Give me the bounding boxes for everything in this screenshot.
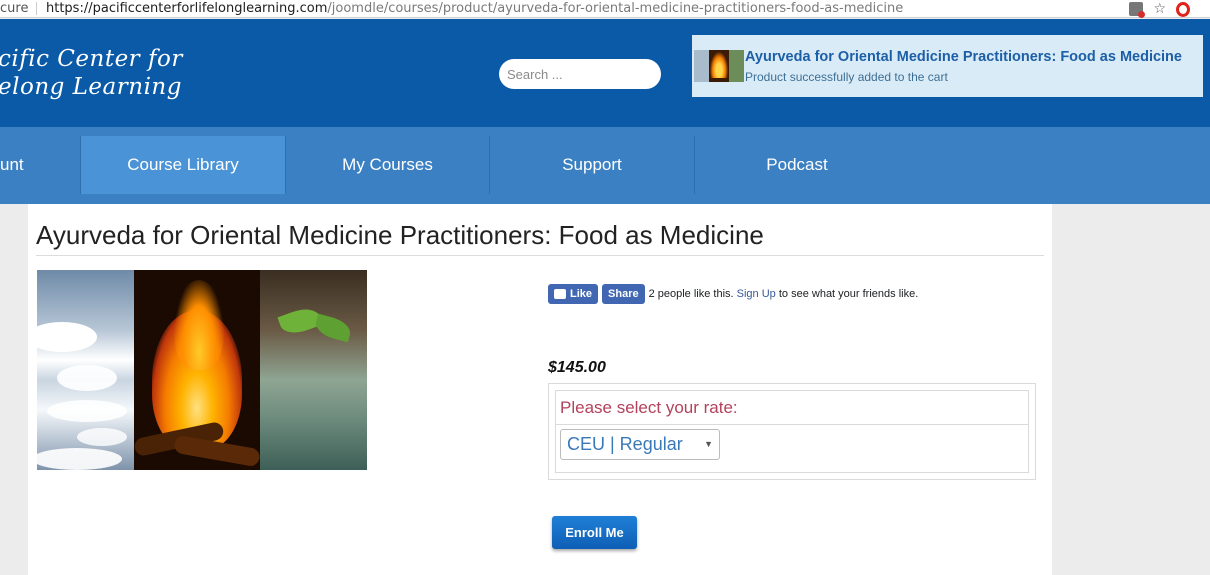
main-content: Ayurveda for Oriental Medicine Practitio… bbox=[28, 204, 1052, 575]
cloud bbox=[57, 365, 117, 391]
title-divider bbox=[36, 255, 1044, 256]
leaf bbox=[313, 313, 353, 343]
opera-icon[interactable] bbox=[1176, 1, 1190, 17]
chevron-down-icon: ▼ bbox=[704, 439, 713, 449]
facebook-share-button[interactable]: Share bbox=[602, 284, 645, 304]
rate-label: Please select your rate: bbox=[560, 398, 738, 417]
course-price: $145.00 bbox=[548, 359, 606, 376]
cart-product-title[interactable]: Ayurveda for Oriental Medicine Practitio… bbox=[745, 49, 1182, 65]
like-suffix-text: to see what your friends like. bbox=[778, 288, 919, 300]
thumbs-up-icon bbox=[554, 289, 566, 299]
site-header: cific Center for elong Learning Ayurveda… bbox=[0, 19, 1210, 127]
cart-status-message: Product successfully added to the cart bbox=[745, 70, 948, 84]
cloud bbox=[37, 448, 122, 470]
nav-item-account[interactable]: unt bbox=[0, 136, 81, 194]
nav-item-support[interactable]: Support bbox=[490, 136, 695, 194]
logo-line-2: elong Learning bbox=[0, 74, 182, 100]
security-label[interactable]: cure bbox=[0, 1, 28, 16]
page-title: Ayurveda for Oriental Medicine Practitio… bbox=[36, 220, 764, 250]
browser-toolbar-icons: ☆ bbox=[1129, 0, 1190, 18]
facebook-signup-link[interactable]: Sign Up bbox=[737, 288, 776, 300]
site-logo[interactable]: cific Center for elong Learning bbox=[0, 45, 183, 101]
nav-item-course-library[interactable]: Course Library bbox=[81, 136, 286, 194]
rate-select[interactable]: CEU | Regular ▼ bbox=[560, 429, 720, 460]
nav-item-podcast[interactable]: Podcast bbox=[695, 136, 899, 194]
facebook-like-button[interactable]: Like bbox=[548, 284, 599, 304]
fire-panel bbox=[133, 270, 261, 470]
facebook-like-widget: Like Share 2 people like this. Sign Up t… bbox=[548, 284, 918, 304]
url-path: /joomdle/courses/product/ayurveda-for-or… bbox=[327, 1, 904, 16]
enroll-button[interactable]: Enroll Me bbox=[552, 516, 637, 549]
like-label: Like bbox=[570, 288, 593, 300]
logo-line-1: cific Center for bbox=[0, 46, 183, 72]
sky-panel bbox=[37, 270, 134, 470]
url-host: https://pacificcenterforlifelonglearning… bbox=[46, 1, 328, 16]
cloud bbox=[47, 400, 127, 422]
cart-notification[interactable]: Ayurveda for Oriental Medicine Practitio… bbox=[692, 35, 1203, 97]
browser-address-bar: cure https://pacificcenterforlifelonglea… bbox=[0, 0, 1210, 18]
cloud bbox=[77, 428, 127, 446]
cloud bbox=[37, 322, 97, 352]
flame bbox=[174, 280, 224, 370]
nav-item-my-courses[interactable]: My Courses bbox=[286, 136, 490, 194]
like-count-text: 2 people like this. bbox=[648, 288, 734, 300]
rate-table: Please select your rate: CEU | Regular ▼ bbox=[555, 390, 1029, 473]
course-image bbox=[37, 270, 367, 470]
cart-product-thumbnail bbox=[694, 50, 744, 82]
translate-icon[interactable] bbox=[1129, 2, 1146, 18]
rate-row-divider bbox=[556, 424, 1028, 425]
leaf-panel bbox=[260, 270, 367, 470]
main-navigation: unt Course Library My Courses Support Po… bbox=[0, 127, 1210, 204]
address-divider bbox=[36, 2, 37, 15]
url-field[interactable]: https://pacificcenterforlifelonglearning… bbox=[46, 1, 903, 16]
rate-selected-value: CEU | Regular bbox=[567, 434, 683, 454]
star-icon[interactable]: ☆ bbox=[1153, 1, 1166, 17]
rate-selection-box: Please select your rate: CEU | Regular ▼ bbox=[548, 383, 1036, 480]
search-input[interactable] bbox=[499, 59, 661, 89]
